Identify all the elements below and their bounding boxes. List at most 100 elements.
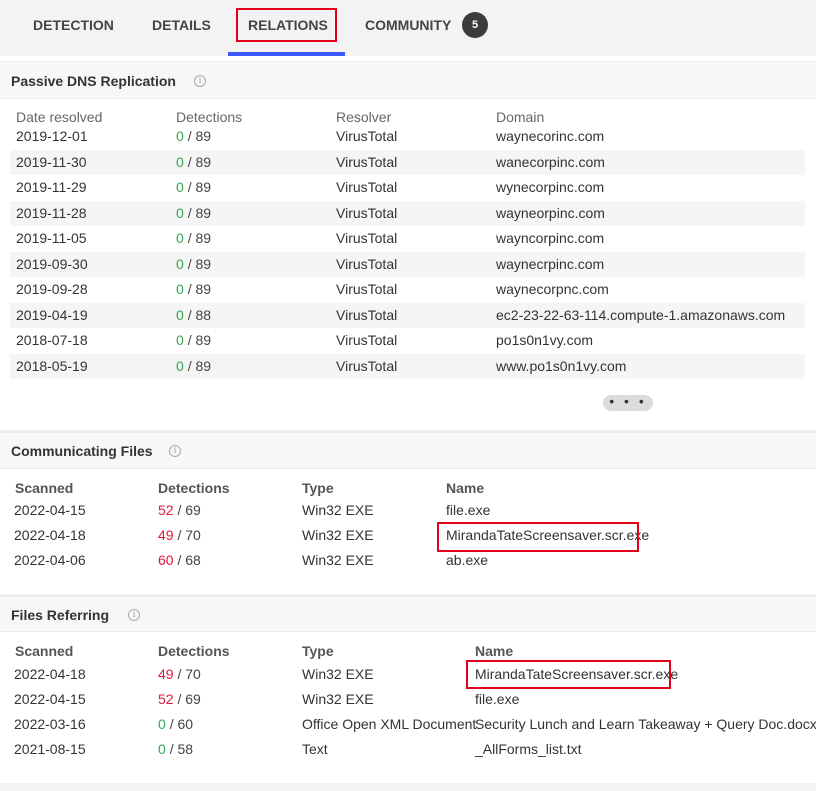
domain-link[interactable]: waynecorinc.com (496, 124, 604, 149)
detections-total: / 89 (187, 332, 212, 348)
detections-total: / 68 (177, 552, 201, 568)
resolver: VirusTotal (336, 281, 398, 297)
resolver: VirusTotal (336, 255, 398, 272)
date-resolved: 2019-04-19 (16, 306, 88, 323)
detections-total: / 88 (187, 306, 212, 323)
detections-count: 0 (158, 716, 166, 732)
table-row: 2019-11-29 0 / 89 VirusTotal wynecorpinc.co… (10, 175, 805, 200)
domain-link[interactable]: ec2-23-22-63-114.compute-1.amazonaws.com (496, 303, 785, 328)
detections-total: / 89 (187, 281, 212, 297)
resolver: VirusTotal (336, 179, 398, 195)
table-row: 2022-04-06 60 / 68 Win32 EXE ab.exe (10, 548, 805, 573)
resolver: VirusTotal (336, 230, 398, 246)
file-type: Win32 EXE (302, 666, 374, 682)
detections-count: 0 (176, 255, 184, 272)
scanned-date: 2022-04-15 (14, 691, 86, 707)
column-header-domain: Domain (496, 109, 545, 125)
detections-count: 0 (176, 230, 184, 246)
date-resolved: 2019-09-30 (16, 255, 88, 272)
detections-count: 0 (158, 741, 166, 757)
files-referring-table: Scanned Detections Type Name 2022-04-18 4… (0, 633, 816, 783)
table-row: 2019-11-28 0 / 89 VirusTotal wayneorpinc.co… (10, 200, 805, 226)
table-row: 2019-11-05 0 / 89 VirusTotal wayncorpinc.co… (10, 226, 805, 251)
domain-link[interactable]: waynecrpinc.com (496, 252, 604, 277)
file-type: Win32 EXE (302, 527, 374, 543)
date-resolved: 2018-05-19 (16, 357, 88, 374)
date-resolved: 2019-12-01 (16, 128, 88, 144)
table-row: 2019-11-30 0 / 89 VirusTotal wanecorpinc.co… (10, 149, 805, 175)
domain-link[interactable]: wanecorpinc.com (496, 150, 605, 175)
column-header-resolver: Resolver (336, 109, 392, 125)
tab-details[interactable]: DETAILS (152, 0, 211, 56)
detections-count: 0 (176, 332, 184, 348)
table-row: 2019-12-01 0 / 89 VirusTotal waynecorinc.co… (10, 124, 805, 149)
file-name-link[interactable]: _AllForms_list.txt (475, 737, 582, 762)
detections-total: / 60 (169, 716, 194, 732)
domain-link[interactable]: wynecorpinc.com (496, 175, 604, 200)
scanned-date: 2022-04-06 (14, 552, 86, 568)
scanned-date: 2022-03-16 (14, 716, 86, 732)
table-row: 2018-05-19 0 / 89 VirusTotal www.po1s0n1vy.… (10, 353, 805, 379)
column-header-detections: Detections (158, 480, 230, 496)
table-row: 2022-03-16 0 / 60 Office Open XML Document… (10, 712, 816, 737)
detections-total: / 89 (187, 357, 212, 374)
file-name-link[interactable]: file.exe (475, 687, 519, 712)
resolver: VirusTotal (336, 357, 398, 374)
detections-count: 0 (176, 153, 184, 170)
detections-total: / 69 (177, 502, 201, 518)
detections-count: 0 (176, 306, 184, 323)
detections-cell: 52 / 69 (158, 687, 201, 712)
tab-detection[interactable]: DETECTION (33, 0, 114, 56)
table-row: 2021-08-15 0 / 58 Text _AllForms_list.txt (10, 737, 805, 762)
domain-link[interactable]: wayneorpinc.com (496, 201, 605, 226)
detections-count: 49 (158, 527, 174, 543)
date-resolved: 2019-09-28 (16, 281, 88, 297)
column-header-date: Date resolved (16, 109, 103, 125)
detections-total: / 89 (187, 153, 212, 170)
detections-cell: 0 / 89 (176, 277, 211, 302)
table-row: 2018-07-18 0 / 89 VirusTotal po1s0n1vy.com (10, 328, 805, 353)
detections-cell: 0 / 89 (176, 328, 211, 353)
detections-total: / 89 (187, 179, 212, 195)
community-count-badge: 5 (462, 12, 488, 38)
table-row: 2022-04-18 49 / 70 Win32 EXE MirandaTateScr… (10, 523, 805, 548)
file-name-link[interactable]: file.exe (446, 498, 490, 523)
section-title: Files Referring (11, 607, 110, 623)
column-header-type: Type (302, 643, 334, 659)
detections-cell: 0 / 89 (176, 252, 211, 277)
tab-bar: DETECTION DETAILS RELATIONS COMMUNITY 5 (0, 0, 816, 56)
detections-total: / 69 (177, 691, 201, 707)
communicating-files-header: Communicating Files i (0, 432, 816, 469)
relations-highlight-box (236, 8, 337, 42)
column-header-name: Name (475, 643, 514, 659)
scanned-date: 2022-04-18 (14, 666, 86, 682)
domain-link[interactable]: wayncorpinc.com (496, 226, 604, 251)
passive-dns-header: Passive DNS Replication i (0, 61, 816, 99)
table-row: 2022-04-18 49 / 70 Win32 EXE MirandaTateScr… (10, 662, 805, 687)
column-header-detections: Detections (176, 109, 243, 125)
info-icon[interactable]: i (169, 445, 181, 457)
detections-count: 49 (158, 666, 174, 682)
file-type: Office Open XML Document (302, 716, 477, 732)
load-more-button[interactable]: • • • (603, 394, 653, 411)
detections-count: 0 (176, 179, 184, 195)
column-header-scanned: Scanned (15, 480, 74, 496)
domain-link[interactable]: po1s0n1vy.com (496, 328, 593, 353)
section-title: Passive DNS Replication (11, 73, 176, 89)
domain-link[interactable]: www.po1s0n1vy.com (496, 354, 626, 379)
domain-link[interactable]: waynecorpnc.com (496, 277, 609, 302)
detections-total: / 89 (187, 255, 212, 272)
page-footer-band (0, 783, 816, 791)
files-referring-header: Files Referring i (0, 596, 816, 632)
tab-community[interactable]: COMMUNITY (365, 0, 451, 56)
detections-cell: 52 / 69 (158, 498, 201, 523)
info-icon[interactable]: i (128, 609, 140, 621)
table-row: 2019-09-30 0 / 89 VirusTotal waynecrpinc.co… (10, 251, 805, 277)
detections-cell: 0 / 60 (158, 712, 193, 737)
info-icon[interactable]: i (194, 75, 206, 87)
file-type: Text (302, 741, 328, 757)
scanned-date: 2022-04-15 (14, 502, 86, 518)
file-name-link[interactable]: Security Lunch and Learn Takeaway + Quer… (475, 712, 816, 737)
detections-total: / 89 (187, 204, 212, 221)
table-row: 2022-04-15 52 / 69 Win32 EXE file.exe (10, 498, 805, 523)
